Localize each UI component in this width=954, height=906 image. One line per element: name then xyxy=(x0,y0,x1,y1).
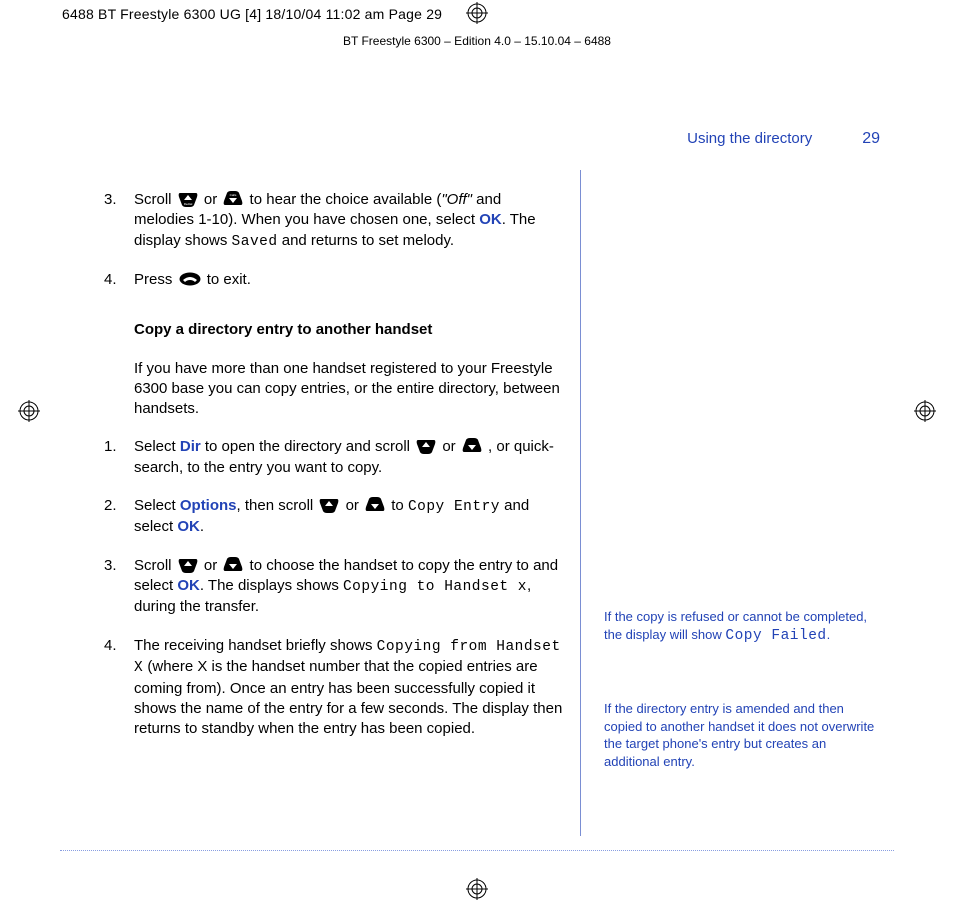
section-title: Using the directory xyxy=(687,130,812,147)
main-content: 3. Scroll Redial or Calls to hear the ch… xyxy=(104,190,564,758)
crop-mark-bottom xyxy=(466,878,488,900)
copy-step-3: 3. Scroll or to choose the handset to co… xyxy=(104,556,564,618)
svg-text:Redial: Redial xyxy=(183,202,192,206)
up-key-icon xyxy=(319,497,339,513)
down-key-icon xyxy=(365,497,385,513)
up-key-icon: Redial xyxy=(178,191,198,207)
step-number: 1. xyxy=(104,437,134,478)
up-key-icon xyxy=(416,438,436,454)
svg-text:Calls: Calls xyxy=(230,193,237,197)
sidebar-note-amended-entry: If the directory entry is amended and th… xyxy=(604,700,876,770)
end-call-key-icon xyxy=(179,272,201,286)
down-key-icon: Calls xyxy=(223,191,243,207)
step-4: 4. Press to exit. xyxy=(104,270,564,290)
step-number: 3. xyxy=(104,190,134,252)
crop-mark-left xyxy=(18,400,40,422)
edition-line: BT Freestyle 6300 – Edition 4.0 – 15.10.… xyxy=(0,34,954,48)
page-number: 29 xyxy=(862,130,880,148)
crop-mark-right xyxy=(914,400,936,422)
sidebar-note-copy-failed: If the copy is refused or cannot be comp… xyxy=(604,608,876,646)
copy-step-4: 4. The receiving handset briefly shows C… xyxy=(104,636,564,740)
subsection-intro: If you have more than one handset regist… xyxy=(134,359,564,420)
step-3: 3. Scroll Redial or Calls to hear the ch… xyxy=(104,190,564,252)
print-header: 6488 BT Freestyle 6300 UG [4] 18/10/04 1… xyxy=(62,6,442,22)
up-key-icon xyxy=(178,557,198,573)
crop-mark-top xyxy=(466,2,488,24)
step-number: 2. xyxy=(104,496,134,538)
copy-step-1: 1. Select Dir to open the directory and … xyxy=(104,437,564,478)
copy-step-2: 2. Select Options, then scroll or to Cop… xyxy=(104,496,564,538)
step-number: 4. xyxy=(104,636,134,740)
subsection-heading: Copy a directory entry to another handse… xyxy=(134,320,564,340)
step-number: 4. xyxy=(104,270,134,290)
down-key-icon xyxy=(462,438,482,454)
down-key-icon xyxy=(223,557,243,573)
bottom-dotted-rule xyxy=(60,850,894,851)
column-divider xyxy=(580,170,581,836)
step-number: 3. xyxy=(104,556,134,618)
